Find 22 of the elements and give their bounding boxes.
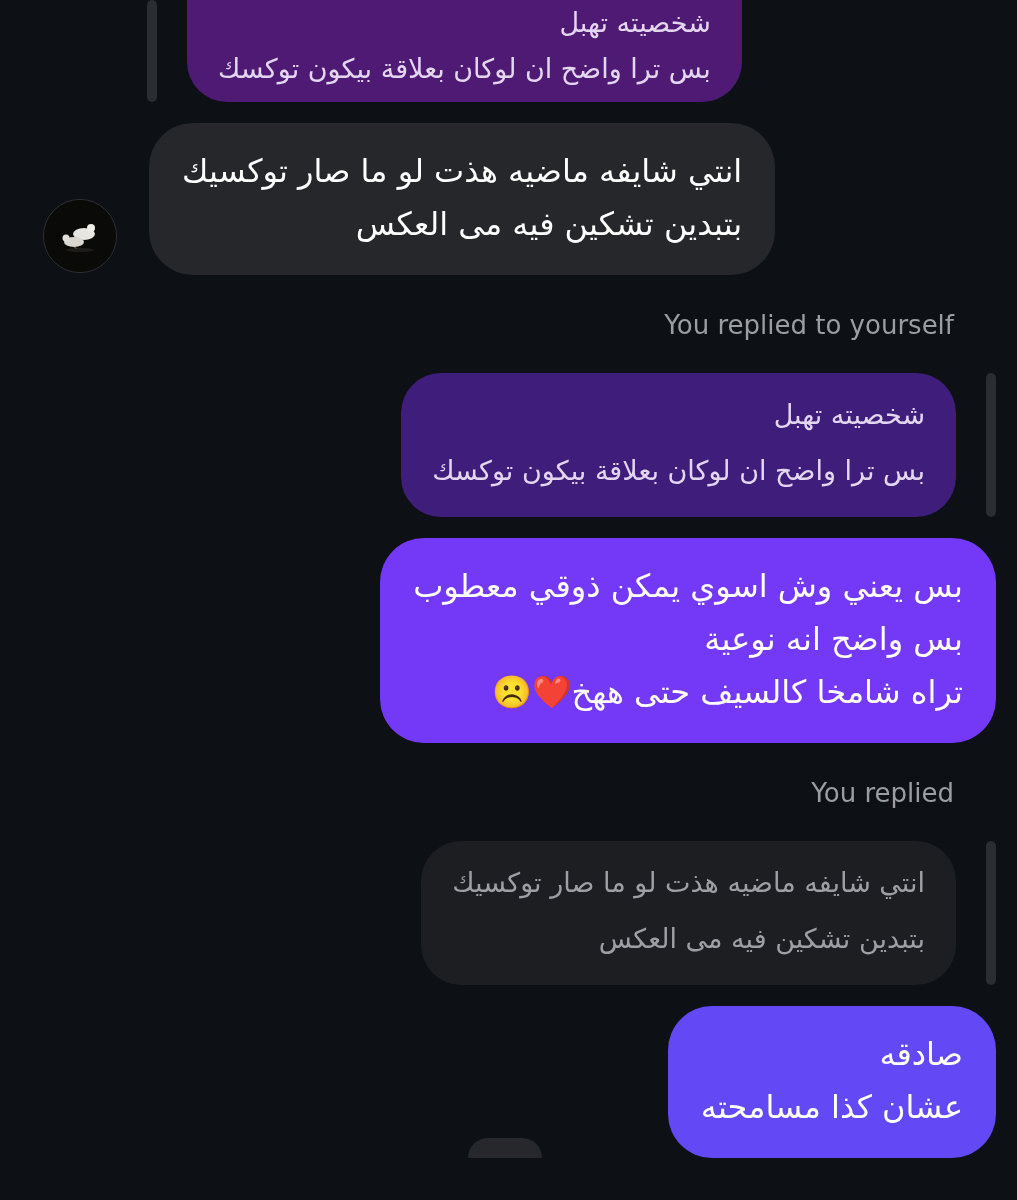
message-text: صادقه <box>878 1034 963 1075</box>
avatar[interactable] <box>468 1138 542 1158</box>
reply-label: You replied <box>811 777 955 810</box>
quoted-message[interactable]: شخصيته تهبل بس ترا واضح ان لوكان بعلاقة بيكون توكسك <box>187 0 742 102</box>
message-bubble[interactable]: بس يعني وش اسوي يمكن ذوقي معطوب بس واضح انه نوعية تراه شامخا كالسيف حتى ههخ❤☹ <box>380 538 996 743</box>
message-text: عشان كذا مسامحته <box>700 1087 963 1128</box>
message-text: بس يعني وش اسوي يمكن ذوقي معطوب <box>413 566 963 607</box>
quoted-text: شخصيته تهبل <box>772 398 925 433</box>
message-text: بس واضح انه نوعية <box>703 619 963 660</box>
message-text: تراه شامخا كالسيف حتى ههخ❤☹ <box>490 672 963 713</box>
quoted-text: بس ترا واضح ان لوكان بعلاقة بيكون توكسك <box>218 52 711 87</box>
quoted-message[interactable]: شخصيته تهبل بس ترا واضح ان لوكان بعلاقة بيكون توكسك <box>401 373 956 517</box>
message-text: بتبدين تشكين فيه مى العكس <box>354 204 743 245</box>
message-bubble[interactable]: صادقه عشان كذا مسامحته <box>667 1006 996 1158</box>
message-text: انتي شايفه ماضيه هذت لو ما صار توكسيك <box>182 151 743 192</box>
quoted-text: بس ترا واضح ان لوكان بعلاقة بيكون توكسك <box>432 454 925 489</box>
quoted-text: شخصيته تهبل <box>558 6 711 41</box>
quoted-message[interactable]: انتي شايفه ماضيه هذت لو ما صار توكسيك بتبدين تشكين فيه مى العكس <box>421 841 956 985</box>
quoted-text: انتي شايفه ماضيه هذت لو ما صار توكسيك <box>452 866 925 901</box>
message-bubble[interactable]: انتي شايفه ماضيه هذت لو ما صار توكسيك بتبدين تشكين فيه مى العكس <box>149 123 776 275</box>
quoted-text: بتبدين تشكين فيه مى العكس <box>597 922 925 957</box>
reply-label: You replied to yourself <box>664 309 956 342</box>
